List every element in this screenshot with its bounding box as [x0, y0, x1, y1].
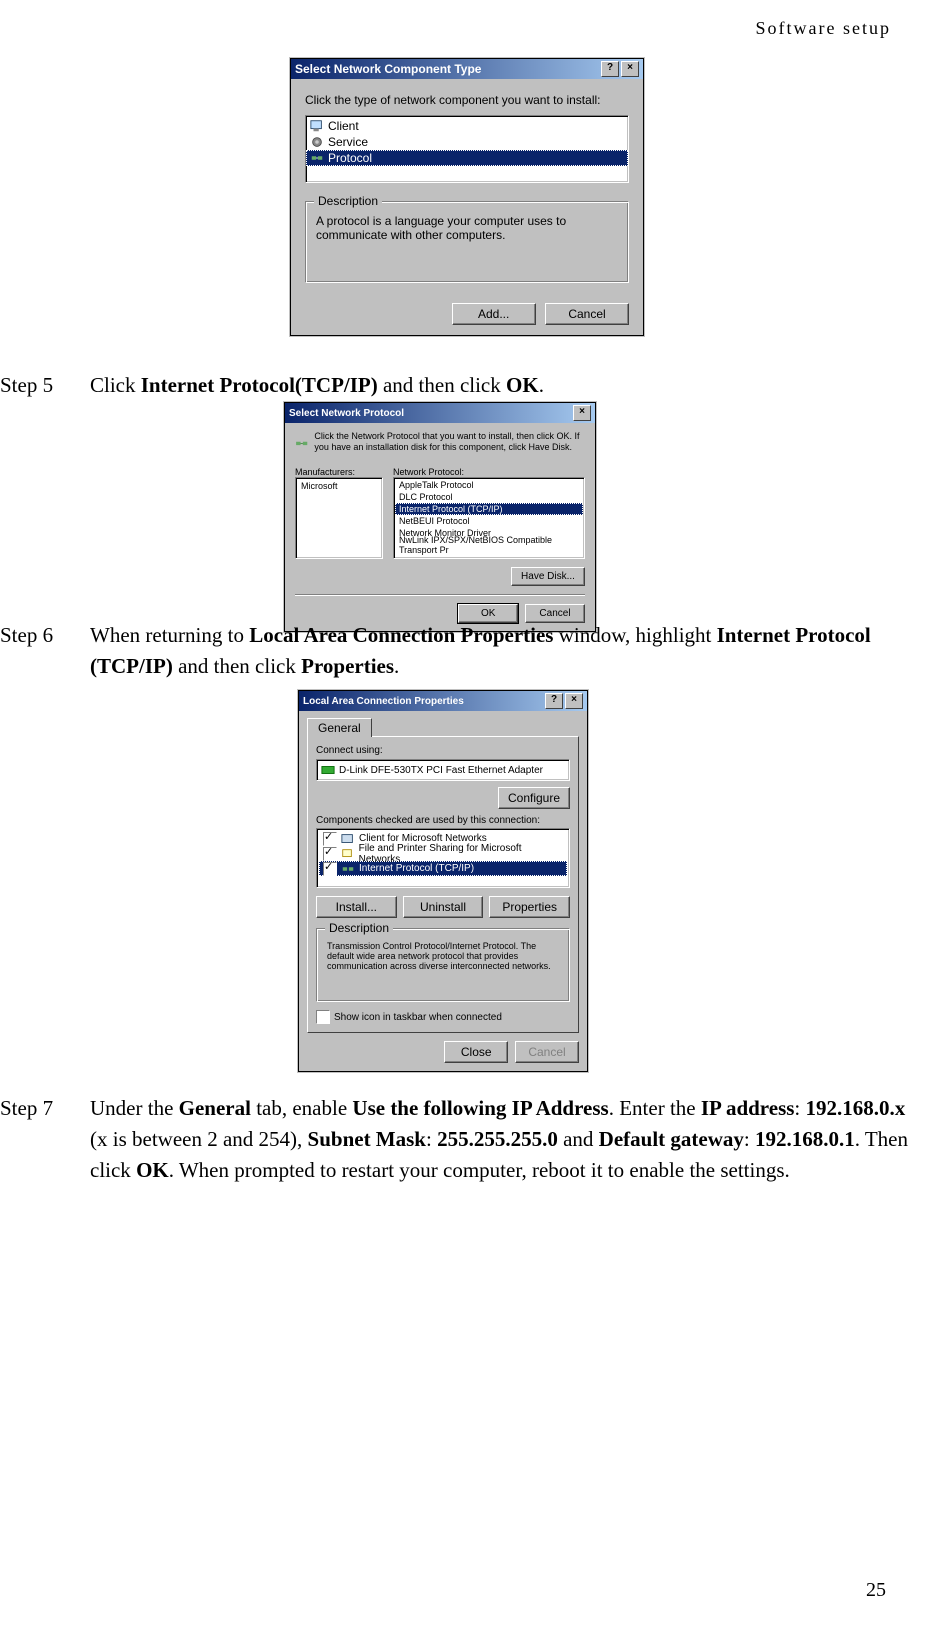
help-button[interactable]: ?	[545, 693, 563, 709]
close-button[interactable]: ×	[573, 405, 591, 421]
help-button[interactable]: ?	[601, 61, 619, 77]
service-icon	[310, 135, 324, 149]
close-dialog-button[interactable]: Close	[444, 1041, 508, 1063]
component-item[interactable]: File and Printer Sharing for Microsoft N…	[319, 846, 567, 861]
close-button[interactable]: ×	[565, 693, 583, 709]
dialog-title: Select Network Component Type	[295, 62, 481, 76]
list-item-service[interactable]: Service	[306, 134, 628, 150]
list-item-label: Service	[328, 135, 368, 149]
list-item-protocol[interactable]: NetBEUI Protocol	[395, 515, 583, 527]
show-icon-label: Show icon in taskbar when connected	[334, 1012, 502, 1023]
list-item-protocol[interactable]: DLC Protocol	[395, 491, 583, 503]
dialog-connection-properties: Local Area Connection Properties ? × Gen…	[298, 690, 588, 1072]
checkbox-icon[interactable]	[323, 832, 337, 846]
list-item-label: Internet Protocol (TCP/IP)	[399, 504, 503, 514]
configure-button[interactable]: Configure	[498, 787, 570, 809]
components-label: Components checked are used by this conn…	[316, 815, 570, 826]
component-label: File and Printer Sharing for Microsoft N…	[359, 843, 563, 865]
show-icon-checkbox[interactable]	[316, 1010, 330, 1024]
prompt-text: Click the type of network component you …	[305, 93, 629, 107]
dialog-component-type: Select Network Component Type ? × Click …	[290, 58, 644, 336]
titlebar: Local Area Connection Properties ? ×	[299, 691, 587, 711]
cancel-button: Cancel	[515, 1041, 579, 1063]
list-item-protocol[interactable]: AppleTalk Protocol	[395, 479, 583, 491]
nic-icon	[321, 763, 335, 777]
manufacturers-list[interactable]: Microsoft	[295, 477, 383, 559]
list-item-manufacturer[interactable]: Microsoft	[297, 479, 381, 492]
titlebar: Select Network Protocol ×	[285, 403, 595, 423]
properties-button[interactable]: Properties	[489, 896, 570, 918]
group-legend: Description	[314, 194, 382, 208]
install-button[interactable]: Install...	[316, 896, 397, 918]
page-header: Software setup	[756, 18, 891, 39]
dialog-network-protocol: Select Network Protocol × Click the Netw…	[284, 402, 596, 632]
list-item-label: NetBEUI Protocol	[399, 516, 470, 526]
step-body: Click Internet Protocol(TCP/IP) and then…	[90, 370, 910, 401]
step-label: Step 6	[0, 620, 90, 682]
description-text: A protocol is a language your computer u…	[316, 214, 618, 242]
checkbox-icon[interactable]	[323, 862, 337, 876]
dialog-title: Select Network Protocol	[289, 408, 404, 419]
component-list[interactable]: Client Service Protocol	[305, 115, 629, 183]
list-item-label: Client	[328, 119, 359, 133]
list-item-protocol[interactable]: Protocol	[306, 150, 628, 166]
list-item-label: Protocol	[328, 151, 372, 165]
client-icon	[341, 832, 355, 846]
share-icon	[341, 847, 355, 861]
protocols-list[interactable]: AppleTalk Protocol DLC Protocol Internet…	[393, 477, 585, 559]
uninstall-button[interactable]: Uninstall	[403, 896, 484, 918]
close-button[interactable]: ×	[621, 61, 639, 77]
dialog-title: Local Area Connection Properties	[303, 696, 464, 707]
adapter-name: D-Link DFE-530TX PCI Fast Ethernet Adapt…	[339, 765, 543, 776]
components-list[interactable]: Client for Microsoft Networks File and P…	[316, 828, 570, 888]
component-label: Internet Protocol (TCP/IP)	[359, 863, 474, 874]
list-item-protocol-selected[interactable]: Internet Protocol (TCP/IP)	[395, 503, 583, 515]
list-item-label: NwLink IPX/SPX/NetBIOS Compatible Transp…	[399, 535, 579, 555]
connect-using-label: Connect using:	[316, 745, 570, 756]
protocol-icon	[341, 862, 355, 876]
list-item-label: DLC Protocol	[399, 492, 453, 502]
step-body: When returning to Local Area Connection …	[90, 620, 910, 682]
checkbox-icon[interactable]	[323, 847, 337, 861]
list-item-protocol[interactable]: NwLink IPX/SPX/NetBIOS Compatible Transp…	[395, 539, 583, 551]
protocol-large-icon	[295, 431, 308, 457]
group-legend: Description	[325, 921, 393, 935]
manufacturers-label: Manufacturers:	[295, 467, 383, 477]
description-text: Transmission Control Protocol/Internet P…	[327, 941, 559, 971]
step-label: Step 7	[0, 1093, 90, 1186]
tab-panel: Connect using: D-Link DFE-530TX PCI Fast…	[307, 736, 579, 1033]
client-icon	[310, 119, 324, 133]
have-disk-button[interactable]: Have Disk...	[511, 567, 585, 586]
list-item-client[interactable]: Client	[306, 118, 628, 134]
titlebar: Select Network Component Type ? ×	[291, 59, 643, 79]
step-body: Under the General tab, enable Use the fo…	[90, 1093, 910, 1186]
description-group: Description A protocol is a language you…	[305, 201, 629, 283]
protocols-label: Network Protocol:	[393, 467, 585, 477]
hint-text: Click the Network Protocol that you want…	[314, 431, 585, 457]
description-group: Description Transmission Control Protoco…	[316, 928, 570, 1002]
step-label: Step 5	[0, 370, 90, 401]
cancel-button[interactable]: Cancel	[545, 303, 629, 325]
list-item-label: Microsoft	[301, 481, 338, 491]
add-button[interactable]: Add...	[452, 303, 536, 325]
protocol-icon	[310, 151, 324, 165]
adapter-field: D-Link DFE-530TX PCI Fast Ethernet Adapt…	[316, 759, 570, 781]
page-number: 25	[866, 1579, 886, 1602]
list-item-label: AppleTalk Protocol	[399, 480, 474, 490]
tab-general[interactable]: General	[307, 718, 372, 737]
